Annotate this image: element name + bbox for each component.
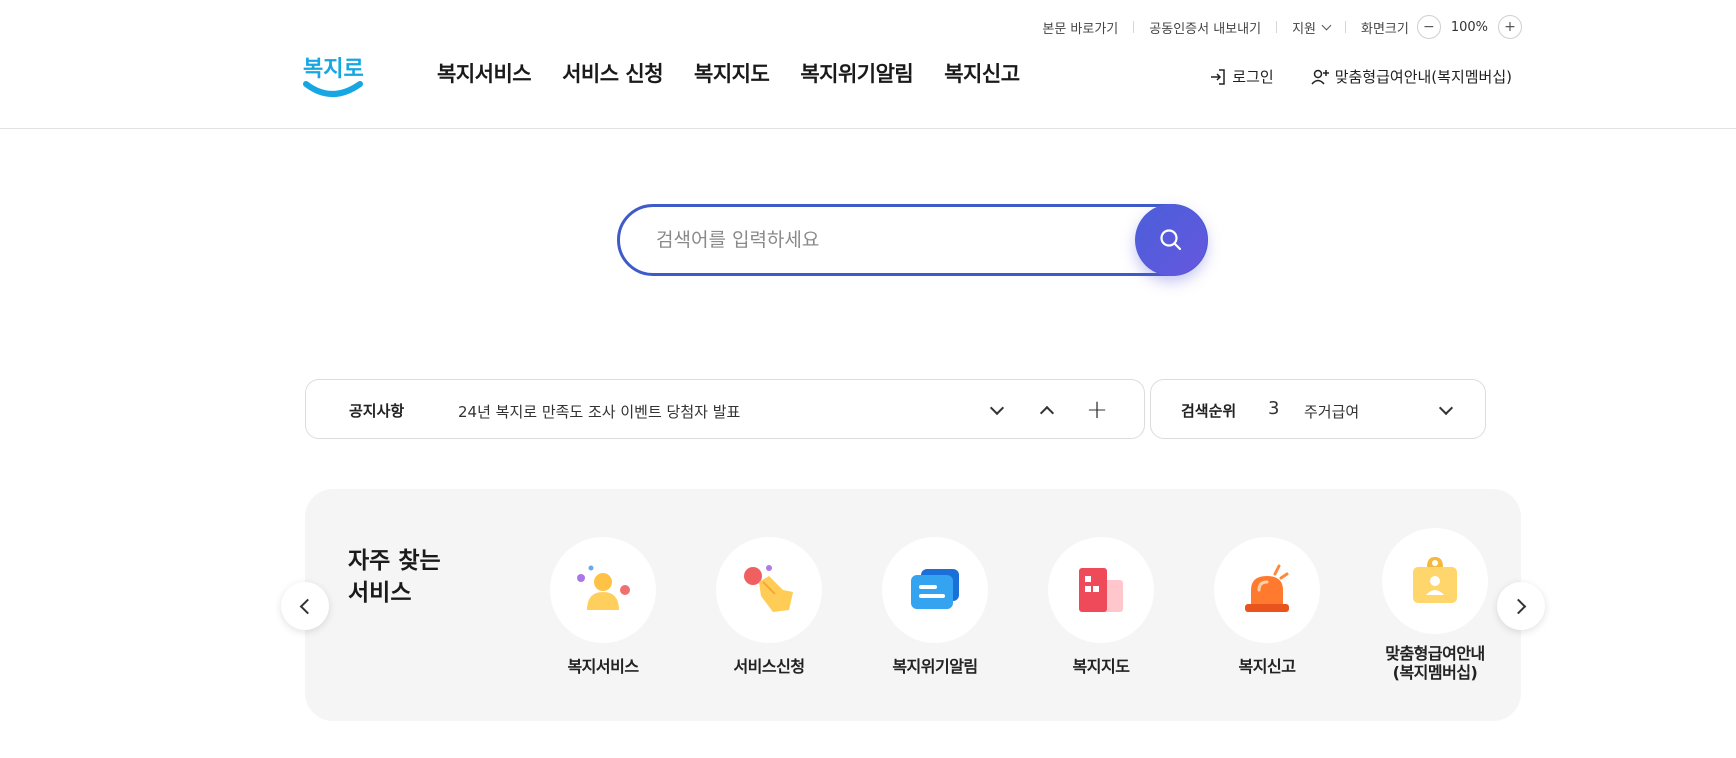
service-bubble — [1048, 537, 1154, 643]
search-box — [617, 204, 1208, 276]
add-user-icon — [1311, 69, 1329, 85]
utility-bar: 본문 바로가기 공동인증서 내보내기 지원 화면크기 − 100% + — [1042, 15, 1522, 39]
service-bubble — [1382, 528, 1488, 634]
certificate-export-link[interactable]: 공동인증서 내보내기 — [1149, 18, 1261, 37]
divider — [1344, 21, 1346, 33]
frequent-services-title: 자주 찾는 서비스 — [348, 548, 441, 606]
search-button[interactable] — [1135, 204, 1207, 276]
notice-next-button[interactable] — [982, 395, 1012, 425]
nav-welfare-map[interactable]: 복지지도 — [694, 58, 770, 88]
carousel-next-button[interactable] — [1497, 582, 1545, 630]
plus-icon: + — [1086, 395, 1108, 425]
ranking-expand-button[interactable] — [1431, 395, 1461, 425]
support-label: 지원 — [1292, 21, 1316, 37]
service-label: 복지서비스 — [567, 657, 639, 676]
building-icon — [1079, 568, 1123, 612]
nav-service-apply[interactable]: 서비스 신청 — [562, 58, 663, 88]
notice-bar: 공지사항 24년 복지로 만족도 조사 이벤트 당첨자 발표 + — [305, 379, 1145, 439]
service-label: 복지위기알림 — [892, 657, 978, 676]
service-item-report[interactable]: 복지신고 — [1197, 537, 1337, 676]
service-label: 복지신고 — [1238, 657, 1296, 676]
logo-text: 복지로 — [303, 57, 364, 82]
chevron-left-icon — [299, 598, 316, 614]
service-label: 맞춤형급여안내 (복지멤버십) — [1385, 644, 1485, 682]
site-header: 본문 바로가기 공동인증서 내보내기 지원 화면크기 − 100% + 복지로 … — [0, 0, 1736, 129]
frequent-services-panel: 자주 찾는 서비스 복지서비스 서비스신청 복지위기알림 복지지도 복지신고 맞… — [305, 489, 1521, 721]
service-label: 서비스신청 — [733, 657, 805, 676]
divider — [1276, 21, 1278, 33]
chevron-up-icon — [1039, 405, 1055, 420]
chevron-down-icon — [1321, 20, 1332, 30]
carousel-prev-button[interactable] — [281, 582, 329, 630]
service-bubble — [882, 537, 988, 643]
membership-link[interactable]: 맞춤형급여안내(복지멤버십) — [1310, 66, 1512, 87]
notice-more-button[interactable]: + — [1082, 395, 1112, 425]
support-dropdown[interactable]: 지원 — [1292, 18, 1332, 37]
search-icon — [1160, 229, 1182, 251]
service-item-crisis-alert[interactable]: 복지위기알림 — [865, 537, 1005, 676]
chevron-down-icon — [989, 400, 1005, 415]
siren-icon — [1245, 564, 1289, 612]
id-card-icon — [1413, 557, 1457, 603]
bokjiro-logo[interactable]: 복지로 — [302, 46, 364, 102]
login-icon — [1211, 68, 1226, 85]
main-navigation: 복지서비스 서비스 신청 복지지도 복지위기알림 복지신고 — [437, 58, 1020, 88]
chat-icon — [911, 569, 959, 609]
service-item-apply[interactable]: 서비스신청 — [699, 537, 839, 676]
notice-text[interactable]: 24년 복지로 만족도 조사 이벤트 당첨자 발표 — [458, 401, 740, 422]
divider — [1133, 21, 1135, 33]
hand-tap-icon — [744, 565, 793, 612]
notice-label: 공지사항 — [349, 402, 405, 420]
zoom-value: 100% — [1450, 19, 1488, 35]
skip-to-content-link[interactable]: 본문 바로가기 — [1042, 18, 1118, 37]
zoom-out-button[interactable]: − — [1416, 15, 1441, 39]
service-bubble — [716, 537, 822, 643]
chevron-right-icon — [1510, 598, 1527, 614]
service-item-map[interactable]: 복지지도 — [1031, 537, 1171, 676]
service-label: 복지지도 — [1072, 657, 1130, 676]
notice-prev-button[interactable] — [1032, 395, 1062, 425]
service-bubble — [550, 537, 656, 643]
service-item-membership[interactable]: 맞춤형급여안내 (복지멤버십) — [1365, 528, 1505, 682]
person-icon — [577, 565, 630, 610]
zoom-in-button[interactable]: + — [1498, 15, 1522, 39]
nav-welfare-report[interactable]: 복지신고 — [944, 58, 1020, 88]
chevron-down-icon — [1438, 400, 1454, 415]
login-link[interactable]: 로그인 — [1209, 66, 1274, 87]
ranking-term[interactable]: 주거급여 — [1304, 401, 1359, 422]
service-bubble — [1214, 537, 1320, 643]
login-label: 로그인 — [1232, 68, 1274, 86]
search-input[interactable] — [656, 225, 1096, 255]
nav-welfare-service[interactable]: 복지서비스 — [437, 58, 532, 88]
ranking-number: 3 — [1268, 398, 1280, 419]
nav-crisis-alert[interactable]: 복지위기알림 — [800, 58, 913, 88]
member-menu: 로그인 맞춤형급여안내(복지멤버십) — [1209, 66, 1512, 87]
service-item-welfare[interactable]: 복지서비스 — [533, 537, 673, 676]
ranking-label: 검색순위 — [1181, 402, 1237, 420]
zoom-label: 화면크기 — [1360, 21, 1409, 37]
search-ranking: 검색순위 3 주거급여 — [1150, 379, 1486, 439]
membership-label: 맞춤형급여안내(복지멤버십) — [1334, 68, 1512, 86]
